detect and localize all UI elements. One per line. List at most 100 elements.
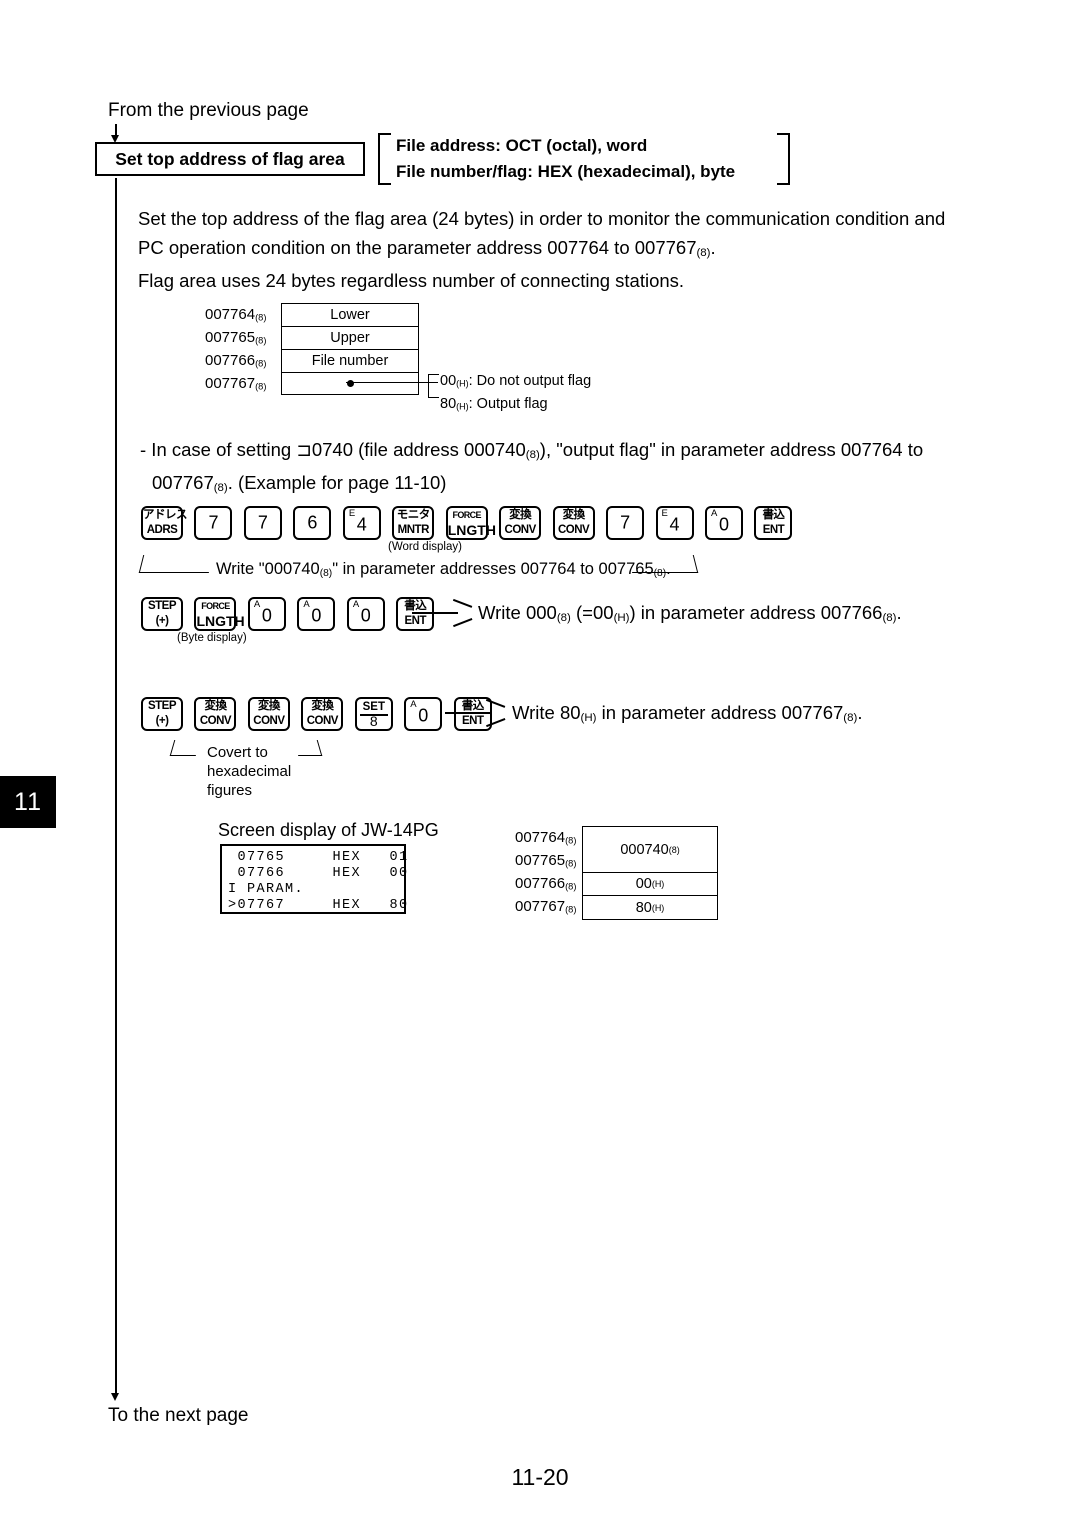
flow-arrow-to-next [111, 1393, 119, 1401]
key-0[interactable]: A 0 [297, 597, 336, 631]
key-digit: 7 [257, 512, 268, 533]
convert-note: Covert to hexadecimal figures [207, 743, 291, 800]
leader-line [346, 382, 438, 384]
address-label: 007764(8) [515, 829, 577, 846]
key-jp-label: 書込 [762, 509, 785, 521]
key-set-8[interactable]: SET 8 [354, 697, 393, 731]
leader-bracket-icon [428, 374, 439, 398]
table-row: 007764(8) Lower [205, 303, 419, 326]
caption-bracket-left-icon [138, 555, 214, 573]
key-4[interactable]: E 4 [342, 506, 381, 540]
result-value-cell: 000740 (8) [583, 827, 717, 873]
address-value-cell: Upper [281, 326, 419, 349]
key-digit: 7 [620, 512, 631, 533]
key-en-label: CONV [504, 524, 537, 536]
key-en-label: (+) [155, 715, 169, 727]
key-mntr[interactable]: モニタ MNTR [392, 506, 435, 540]
key-conv[interactable]: 変換 CONV [301, 697, 344, 731]
example-paragraph: - In case of setting ⊐0740 (file address… [140, 436, 970, 502]
key-6[interactable]: 6 [293, 506, 332, 540]
result-value-cell: 80 (H) [635, 899, 665, 916]
key-jp-label: 変換 [509, 509, 532, 521]
address-label: 007766(8) [515, 875, 577, 892]
flag-note: 80(H): Output flag [440, 395, 548, 412]
key-conv[interactable]: 変換 CONV [552, 506, 595, 540]
address-label: 007767(8) [205, 375, 267, 392]
address-value-cell: File number [281, 349, 419, 372]
key-digit: 7 [208, 512, 219, 533]
example-line-2: 007767(8). (Example for page 11-10) [152, 472, 447, 495]
bracket-right-icon [777, 133, 790, 185]
convert-note-line-3: figures [207, 782, 253, 799]
key-0[interactable]: A 0 [346, 597, 385, 631]
page-number: 11-20 [511, 1464, 569, 1490]
legend-line-2: File number/flag: HEX (hexadecimal), byt… [396, 162, 736, 181]
key-ent[interactable]: 書込 ENT [754, 506, 793, 540]
table-row: 007766(8) File number [205, 349, 419, 372]
chapter-tab: 11 [0, 776, 56, 828]
address-value-cell [281, 372, 419, 395]
key-7[interactable]: 7 [243, 506, 282, 540]
key-7[interactable]: 7 [194, 506, 233, 540]
jw14pg-screen: 07765 HEX 01 07766 HEX 00 I PARAM. >0776… [220, 844, 409, 914]
key-adrs[interactable]: アドレス ADRS [141, 506, 188, 540]
key-step[interactable]: STEP (+) [141, 597, 183, 631]
key-en-label: ENT [762, 524, 785, 536]
key-lngth[interactable]: FORCE LNGTH [445, 506, 496, 540]
body-paragraph-line-1: Set the top address of the flag area (24… [138, 205, 968, 267]
key-conv[interactable]: 変換 CONV [194, 697, 237, 731]
key-4[interactable]: E 4 [655, 506, 694, 540]
screen-line: 07766 HEX 00 [228, 866, 409, 881]
key-jp-label: 変換 [204, 700, 227, 712]
body-paragraph-line-2: Flag area uses 24 bytes regardless numbe… [138, 270, 685, 292]
key-0[interactable]: A 0 [704, 506, 743, 540]
manual-page: 11 From the previous page Set top addres… [0, 0, 1080, 1528]
row-2-result-text: Write 000(8) (=00(H)) in parameter addre… [478, 602, 902, 625]
address-label: 007767(8) [515, 898, 577, 915]
key-sequence-row-2: STEP (+) FORCE LNGTH A 0 A 0 A 0 書込 ENT [141, 597, 441, 631]
screen-line: >07767 HEX 80 [228, 898, 409, 913]
key-en-label: MNTR [397, 524, 430, 536]
result-value-grid: 000740 (8) 00 (H) 80 (H) [582, 826, 718, 920]
key-jp-label: STEP [147, 700, 177, 712]
file-marker-glyph: ⊐ [296, 439, 312, 460]
key-en-label: ADRS [146, 524, 178, 536]
key-digit: 0 [360, 605, 371, 626]
address-value-cell: Lower [281, 303, 419, 326]
address-label: 007765(8) [205, 329, 267, 346]
convert-note-line-1: Covert to [207, 744, 268, 761]
format-legend: File address: OCT (octal), word File num… [378, 133, 790, 185]
key-conv[interactable]: 変換 CONV [247, 697, 290, 731]
section-title-label: Set top address of flag area [115, 148, 345, 169]
key-0[interactable]: A 0 [247, 597, 286, 631]
key-digit: 0 [718, 514, 729, 535]
key-jp-label: 変換 [311, 700, 334, 712]
result-arrow-icon [412, 598, 474, 627]
flag-value-notes: 00(H): Do not output flag 80(H): Output … [440, 371, 591, 416]
from-previous-page-label: From the previous page [108, 100, 309, 121]
key-jp-label: アドレス [143, 509, 188, 521]
body-p1-subscript: (8) [696, 246, 711, 259]
key-0[interactable]: A 0 [404, 697, 443, 731]
key-digit: 8 [369, 713, 378, 729]
example-line-1: - In case of setting ⊐0740 (file address… [140, 439, 924, 462]
key-en-label: LNGTH [196, 613, 245, 629]
screen-line: I PARAM. [228, 882, 305, 897]
key-digit: 6 [307, 512, 318, 533]
convert-note-line-2: hexadecimal [207, 763, 292, 780]
body-p1-text: Set the top address of the flag area (24… [138, 208, 946, 258]
key-jp-label: FORCE [201, 601, 230, 611]
key-lngth[interactable]: FORCE LNGTH [194, 597, 245, 631]
key-7[interactable]: 7 [606, 506, 645, 540]
key-digit: 4 [669, 514, 680, 535]
byte-display-sublabel: (Byte display) [177, 632, 247, 644]
legend-line-1: File address: OCT (octal), word [396, 136, 648, 155]
key-en-label: (+) [155, 615, 169, 627]
key-conv[interactable]: 変換 CONV [499, 506, 542, 540]
key-step[interactable]: STEP (+) [141, 697, 183, 731]
word-display-sublabel: (Word display) [388, 541, 462, 553]
key-jp-label: FORCE [452, 510, 481, 520]
to-next-page-label: To the next page [108, 1405, 249, 1426]
address-label: 007764(8) [205, 306, 267, 323]
key-digit: 0 [311, 605, 322, 626]
